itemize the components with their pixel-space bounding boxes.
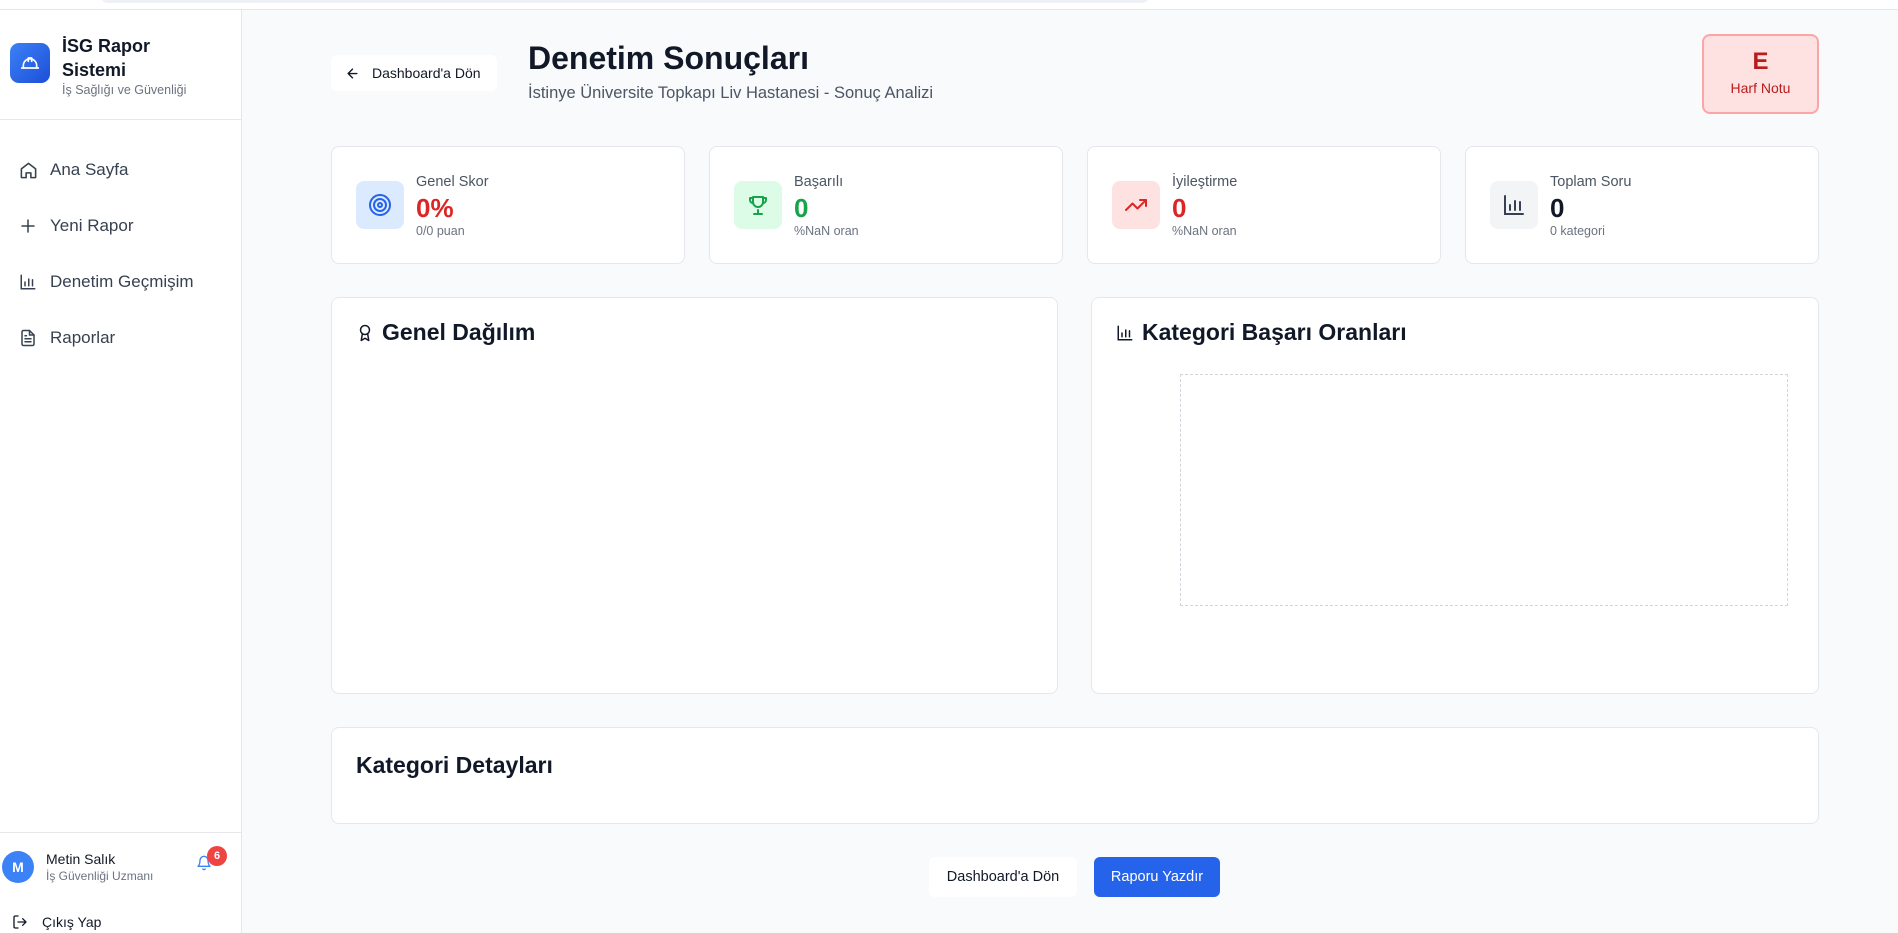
brand-title: İSG Rapor Sistemi (62, 36, 151, 80)
stat-card-improvement: İyileştirme 0 %NaN oran (1087, 146, 1441, 264)
file-text-icon (18, 328, 38, 348)
avatar: M (2, 851, 34, 883)
stat-label: İyileştirme (1172, 174, 1238, 190)
stat-sub: %NaN oran (794, 224, 859, 238)
sidebar-item-new-report[interactable]: Yeni Rapor (0, 198, 241, 254)
sidebar-item-home[interactable]: Ana Sayfa (0, 142, 241, 198)
category-rates-panel: Kategori Başarı Oranları (1091, 297, 1819, 694)
stat-sub: 0 kategori (1550, 224, 1605, 238)
logout-label: Çıkış Yap (42, 914, 102, 930)
page-title: Denetim Sonuçları (528, 40, 809, 76)
stat-card-total-questions: Toplam Soru 0 0 kategori (1465, 146, 1819, 264)
sidebar-item-label: Yeni Rapor (50, 216, 134, 235)
grade-badge: E Harf Notu (1702, 34, 1819, 114)
print-report-button[interactable]: Raporu Yazdır (1094, 857, 1220, 897)
grade-letter: E (1752, 48, 1769, 75)
notification-badge: 6 (207, 846, 227, 866)
sidebar-item-audit-history[interactable]: Denetim Geçmişim (0, 254, 241, 310)
stat-label: Başarılı (794, 174, 844, 190)
empty-chart-area (1180, 374, 1788, 606)
sidebar-item-label: Ana Sayfa (50, 160, 129, 179)
panel-title: Genel Dağılım (382, 319, 536, 345)
back-to-dashboard-button[interactable]: Dashboard'a Dön (331, 55, 497, 91)
sidebar-item-label: Raporlar (50, 328, 116, 347)
stat-sub: %NaN oran (1172, 224, 1237, 238)
stat-value: 0 (1172, 193, 1187, 223)
panel-title: Kategori Detayları (356, 752, 553, 778)
home-icon (18, 160, 38, 180)
stat-value: 0 (1550, 193, 1565, 223)
stat-card-general-score: Genel Skor 0% 0/0 puan (331, 146, 685, 264)
sidebar-nav: Ana Sayfa Yeni Rapor Denetim Geçmişim Ra… (0, 120, 241, 366)
sidebar-item-label: Denetim Geçmişim (50, 272, 194, 291)
sidebar: İSG Rapor Sistemi İş Sağlığı ve Güvenliğ… (0, 10, 242, 933)
stat-card-successful: Başarılı 0 %NaN oran (709, 146, 1063, 264)
distribution-panel: Genel Dağılım (331, 297, 1058, 694)
address-bar-edge (100, 0, 1150, 3)
stat-value: 0% (416, 193, 454, 223)
sidebar-item-reports[interactable]: Raporlar (0, 310, 241, 366)
browser-top-strip (0, 0, 1898, 10)
bar-chart-icon (1490, 181, 1538, 229)
trophy-icon (734, 181, 782, 229)
stat-sub: 0/0 puan (416, 224, 465, 238)
page-subtitle: İstinye Üniversite Topkapı Liv Hastanesi… (528, 84, 934, 102)
stat-label: Genel Skor (416, 174, 489, 190)
award-icon (356, 324, 374, 342)
stat-label: Toplam Soru (1550, 174, 1632, 190)
target-icon (356, 181, 404, 229)
plus-icon (18, 216, 38, 236)
stat-value: 0 (794, 193, 809, 223)
bar-chart-icon (1116, 324, 1134, 342)
user-name: Metin Salık (46, 851, 116, 867)
bar-chart-icon (18, 272, 38, 292)
brand: İSG Rapor Sistemi İş Sağlığı ve Güvenliğ… (0, 10, 241, 120)
back-to-dashboard-bottom-button[interactable]: Dashboard'a Dön (929, 857, 1077, 897)
user-role: İş Güvenliği Uzmanı (46, 869, 154, 883)
logout-icon (12, 914, 28, 930)
arrow-left-icon (345, 66, 360, 81)
trending-up-icon (1112, 181, 1160, 229)
category-details-panel: Kategori Detayları (331, 727, 1819, 824)
grade-label: Harf Notu (1730, 80, 1791, 96)
panel-title: Kategori Başarı Oranları (1142, 319, 1407, 345)
brand-subtitle: İş Sağlığı ve Güvenliği (62, 83, 187, 97)
hard-hat-icon (10, 43, 50, 83)
user-panel: M Metin Salık İş Güvenliği Uzmanı 6 Çıkı… (0, 832, 241, 933)
back-button-label: Dashboard'a Dön (372, 65, 481, 81)
logout-button[interactable]: Çıkış Yap (12, 914, 101, 930)
